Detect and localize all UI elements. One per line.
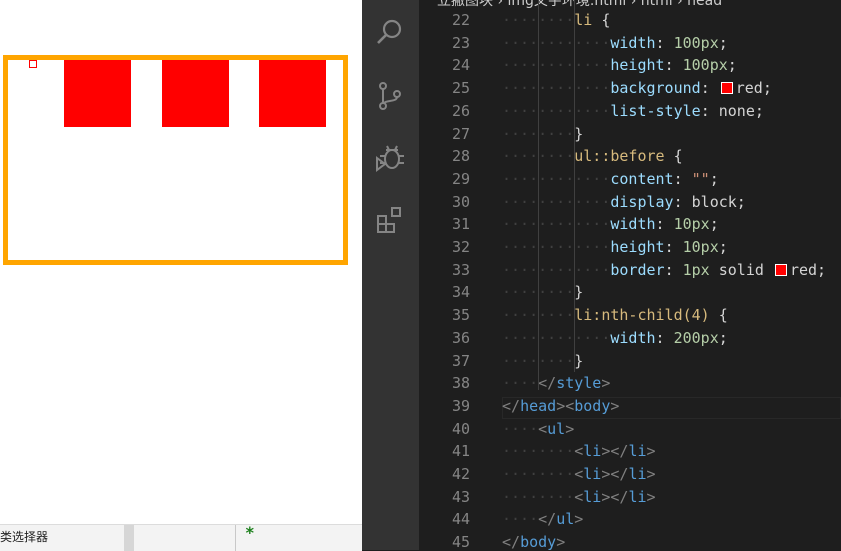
debug-icon[interactable]	[374, 142, 406, 174]
line-number: 34	[451, 283, 470, 302]
code-line[interactable]: 42 ········<li></li>	[419, 463, 841, 486]
code-line[interactable]: 41 ········<li></li>	[419, 440, 841, 463]
code-text: ············height: 10px;	[502, 238, 728, 256]
line-number: 30	[451, 192, 470, 211]
line-number: 27	[451, 124, 470, 143]
line-number: 22	[451, 11, 470, 29]
code-text: ····</style>	[502, 374, 611, 393]
code-line[interactable]: 27 ········}	[419, 123, 841, 146]
color-swatch[interactable]	[774, 263, 787, 276]
code-line[interactable]: 23 ············width: 100px;	[419, 32, 841, 55]
code-text: </head><body>	[502, 396, 620, 415]
line-number: 37	[451, 351, 470, 370]
preview-li-1	[64, 60, 131, 127]
source-control-icon[interactable]	[374, 80, 406, 112]
line-number: 44	[451, 510, 470, 529]
code-line[interactable]: 33 ············border: 1px solid red;	[419, 259, 841, 282]
code-line[interactable]: 32 ············height: 10px;	[419, 236, 841, 259]
line-number: 33	[451, 260, 470, 279]
preview-li-2	[162, 60, 229, 127]
code-line[interactable]: 22 ········li {	[419, 9, 841, 32]
line-number: 42	[451, 465, 470, 483]
code-line[interactable]: 34 ········}	[419, 281, 841, 304]
code-line[interactable]: 37 ········}	[419, 350, 841, 373]
indent-guide	[538, 0, 540, 390]
color-swatch[interactable]	[720, 82, 733, 95]
code-line[interactable]: 24 ············height: 100px;	[419, 54, 841, 77]
code-text: ········ul::before {	[502, 147, 683, 166]
code-text: </body>	[502, 533, 566, 550]
ul-before-box	[29, 60, 37, 68]
search-icon[interactable]	[374, 16, 406, 48]
bottom-panel: 类选择器 *	[0, 523, 362, 551]
code-line[interactable]: 35 ········li:nth-child(4) {	[419, 304, 841, 327]
preview-li-3	[259, 60, 326, 127]
bottom-panel-divider	[235, 525, 236, 551]
bottom-panel-text: 类选择器	[0, 530, 49, 544]
code-line[interactable]: 28 ········ul::before {	[419, 145, 841, 168]
code-line[interactable]: 40 ····<ul>	[419, 418, 841, 441]
line-number: 24	[451, 56, 470, 75]
code-line[interactable]: 39 </head><body>	[419, 395, 841, 418]
code-editor[interactable]: 立撇图块 › img文字环境.html › html › head 22 ····…	[419, 0, 841, 550]
code-text: ········<li></li>	[502, 487, 656, 506]
indent-guide	[574, 0, 576, 372]
line-number: 41	[451, 442, 470, 461]
code-text: ············width: 100px;	[502, 33, 728, 52]
code-text: ········}	[502, 283, 584, 302]
line-number: 45	[451, 533, 470, 550]
bottom-panel-star: *	[245, 523, 255, 542]
browser-preview	[0, 0, 362, 524]
code-line[interactable]: 43 ········<li></li>	[419, 486, 841, 509]
line-number: 28	[451, 147, 470, 166]
code-text: ············list-style: none;	[502, 101, 764, 120]
code-text: ····</ul>	[502, 510, 584, 529]
code-text: ····<ul>	[502, 419, 575, 438]
line-number: 23	[451, 33, 470, 52]
code-text: ········}	[502, 124, 584, 143]
code-text: ············background: red;	[502, 79, 772, 98]
line-number: 38	[451, 374, 470, 393]
code-line[interactable]: 44 ····</ul>	[419, 508, 841, 531]
code-line[interactable]: 26 ············list-style: none;	[419, 100, 841, 123]
code-line[interactable]: 38 ····</style>	[419, 372, 841, 395]
line-number: 25	[451, 79, 470, 98]
line-number: 39	[451, 396, 470, 415]
code-line[interactable]: 30 ············display: block;	[419, 191, 841, 214]
code-text: ············width: 200px;	[502, 328, 728, 347]
code-text: ········<li></li>	[502, 465, 656, 483]
preview-ul-box	[3, 55, 348, 265]
code-text: ········<li></li>	[502, 442, 656, 461]
code-text: ········li:nth-child(4) {	[502, 306, 728, 325]
line-number: 31	[451, 215, 470, 234]
code-line[interactable]: 29 ············content: "";	[419, 168, 841, 191]
code-text: ········}	[502, 351, 584, 370]
line-number: 29	[451, 169, 470, 188]
code-line[interactable]: 45 </body>	[419, 531, 841, 550]
code-line[interactable]: 36 ············width: 200px;	[419, 327, 841, 350]
line-number: 35	[451, 306, 470, 325]
line-number: 40	[451, 419, 470, 438]
line-number: 26	[451, 101, 470, 120]
line-number: 43	[451, 487, 470, 506]
code-line[interactable]: 31 ············width: 10px;	[419, 213, 841, 236]
extensions-icon[interactable]	[374, 204, 406, 236]
bottom-panel-separator	[124, 525, 134, 551]
code-text: ········li {	[502, 11, 611, 29]
code-text: ············border: 1px solid red;	[502, 260, 827, 279]
code-text: ············content: "";	[502, 169, 719, 188]
line-number: 36	[451, 328, 470, 347]
code-text: ············width: 10px;	[502, 215, 719, 234]
line-number: 32	[451, 238, 470, 256]
code-line[interactable]: 25 ············background: red;	[419, 77, 841, 100]
activity-bar	[362, 0, 419, 550]
